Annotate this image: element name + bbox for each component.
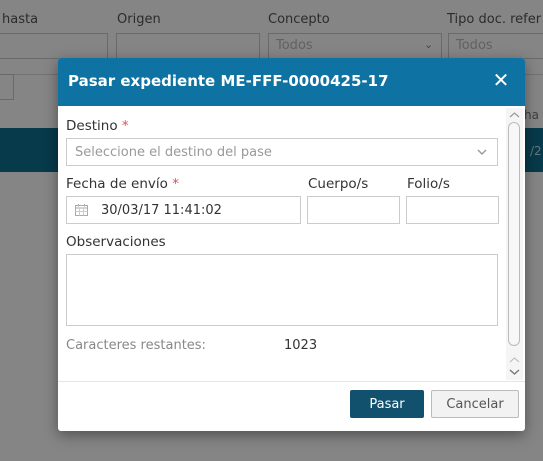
pasar-button[interactable]: Pasar [350,390,424,418]
destino-select[interactable]: Seleccione el destino del pase [66,138,498,166]
scroll-down-icon[interactable] [506,354,523,380]
required-mark: * [121,118,129,134]
observaciones-textarea[interactable] [66,254,498,326]
cuerpos-label: Cuerpo/s [308,176,369,192]
dialog-header: Pasar expediente ME-FFF-0000425-17 ✕ [58,58,525,106]
close-icon[interactable]: ✕ [489,68,513,92]
scroll-up-icon[interactable] [506,108,523,122]
destino-label: Destino * [66,118,129,134]
caracteres-restantes-count: 1023 [284,338,318,353]
cuerpos-input[interactable] [307,196,400,224]
dialog-footer-divider [58,381,525,382]
folios-input[interactable] [406,196,499,224]
folios-label: Folio/s [407,176,450,192]
calendar-icon[interactable] [75,204,88,216]
dialog-title: Pasar expediente ME-FFF-0000425-17 [68,72,389,90]
fecha-envio-input[interactable]: 30/03/17 11:41:02 [66,196,301,224]
destino-placeholder: Seleccione el destino del pase [75,145,272,160]
chevron-down-icon [477,149,487,155]
scrollbar-thumb[interactable] [508,122,520,346]
cancelar-button[interactable]: Cancelar [431,390,519,418]
caracteres-restantes-label: Caracteres restantes: [66,338,206,353]
pasar-expediente-dialog: Pasar expediente ME-FFF-0000425-17 ✕ Des… [58,58,525,431]
observaciones-label: Observaciones [66,234,166,250]
fecha-envio-label: Fecha de envío * [66,176,179,192]
fecha-envio-value: 30/03/17 11:41:02 [101,203,222,218]
required-mark: * [172,176,179,192]
